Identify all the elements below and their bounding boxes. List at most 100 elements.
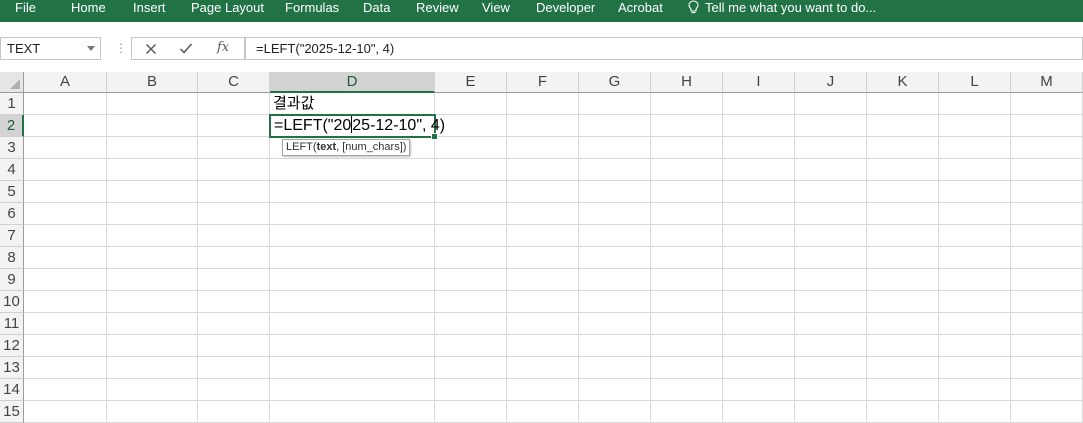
grid-cell[interactable]: [651, 379, 723, 401]
grid-cell[interactable]: [867, 401, 939, 423]
formula-input[interactable]: =LEFT("2025-12-10", 4): [245, 37, 1083, 60]
grid-cell[interactable]: [723, 181, 795, 203]
cell-area[interactable]: [24, 93, 1083, 423]
tooltip-current-argument[interactable]: text: [317, 141, 337, 153]
row-header-3[interactable]: 3: [0, 137, 24, 159]
grid-cell[interactable]: [198, 357, 270, 379]
grid-cell[interactable]: [939, 93, 1011, 115]
grid-cell[interactable]: [24, 247, 107, 269]
tab-review[interactable]: Review: [416, 0, 459, 22]
grid-cell[interactable]: [579, 291, 651, 313]
grid-cell[interactable]: [1011, 159, 1083, 181]
grid-cell[interactable]: [795, 379, 867, 401]
grid-cell[interactable]: [198, 137, 270, 159]
grid-cell[interactable]: [579, 181, 651, 203]
column-header-e[interactable]: E: [435, 72, 507, 93]
grid-cell[interactable]: [795, 159, 867, 181]
grid-cell[interactable]: [579, 115, 651, 137]
grid-cell[interactable]: [435, 203, 507, 225]
grid-cell[interactable]: [24, 137, 107, 159]
grid-cell[interactable]: [1011, 379, 1083, 401]
grid-cell[interactable]: [939, 401, 1011, 423]
grid-cell[interactable]: [723, 269, 795, 291]
grid-cell[interactable]: [867, 291, 939, 313]
grid-cell[interactable]: [723, 137, 795, 159]
grid-cell[interactable]: [24, 181, 107, 203]
grid-cell[interactable]: [651, 313, 723, 335]
grid-cell[interactable]: [723, 247, 795, 269]
tab-data[interactable]: Data: [363, 0, 390, 22]
grid-cell[interactable]: [651, 357, 723, 379]
grid-cell[interactable]: [795, 335, 867, 357]
grid-cell[interactable]: [939, 379, 1011, 401]
grid-cell[interactable]: [939, 225, 1011, 247]
grid-cell[interactable]: [198, 203, 270, 225]
grid-cell[interactable]: [107, 313, 198, 335]
grid-cell[interactable]: [270, 291, 435, 313]
grid-cell[interactable]: [579, 313, 651, 335]
tab-insert[interactable]: Insert: [133, 0, 166, 22]
column-header-c[interactable]: C: [198, 72, 270, 93]
grid-cell[interactable]: [507, 225, 579, 247]
grid-cell[interactable]: [579, 137, 651, 159]
tab-developer[interactable]: Developer: [536, 0, 595, 22]
grid-cell[interactable]: [579, 203, 651, 225]
column-header-b[interactable]: B: [107, 72, 198, 93]
grid-cell[interactable]: [107, 93, 198, 115]
grid-cell[interactable]: [435, 93, 507, 115]
grid-cell[interactable]: [507, 313, 579, 335]
grid-cell[interactable]: [435, 379, 507, 401]
grid-cell[interactable]: [435, 335, 507, 357]
grid-cell[interactable]: [579, 357, 651, 379]
grid-cell[interactable]: [507, 159, 579, 181]
grid-cell[interactable]: [198, 379, 270, 401]
grid-cell[interactable]: [939, 291, 1011, 313]
grid-cell[interactable]: [107, 137, 198, 159]
grid-cell[interactable]: [1011, 247, 1083, 269]
grid-cell[interactable]: [867, 313, 939, 335]
grid-cell[interactable]: [435, 181, 507, 203]
grid-cell[interactable]: [198, 181, 270, 203]
grid-cell[interactable]: [270, 379, 435, 401]
grid-cell[interactable]: [107, 379, 198, 401]
grid-cell[interactable]: [107, 357, 198, 379]
grid-cell[interactable]: [867, 137, 939, 159]
cell-d1[interactable]: 결과값: [273, 94, 314, 114]
grid-cell[interactable]: [24, 93, 107, 115]
row-header-10[interactable]: 10: [0, 291, 24, 313]
grid-cell[interactable]: [1011, 115, 1083, 137]
grid-cell[interactable]: [723, 379, 795, 401]
active-cell-d2[interactable]: =LEFT("2025-12-10", 4): [269, 114, 445, 140]
grid-cell[interactable]: [270, 225, 435, 247]
grid-cell[interactable]: [107, 225, 198, 247]
grid-cell[interactable]: [723, 357, 795, 379]
grid-cell[interactable]: [1011, 357, 1083, 379]
row-header-15[interactable]: 15: [0, 401, 24, 423]
fill-handle[interactable]: [431, 133, 438, 140]
row-header-8[interactable]: 8: [0, 247, 24, 269]
grid-cell[interactable]: [24, 313, 107, 335]
grid-cell[interactable]: [270, 159, 435, 181]
grid-cell[interactable]: [435, 225, 507, 247]
grid-cell[interactable]: [107, 181, 198, 203]
grid-cell[interactable]: [579, 269, 651, 291]
column-header-d[interactable]: D: [270, 72, 435, 93]
grid-cell[interactable]: [579, 93, 651, 115]
grid-cell[interactable]: [107, 269, 198, 291]
grid-cell[interactable]: [1011, 137, 1083, 159]
grid-cell[interactable]: [24, 379, 107, 401]
grid-cell[interactable]: [107, 247, 198, 269]
grid-cell[interactable]: [1011, 203, 1083, 225]
grid-cell[interactable]: [651, 225, 723, 247]
column-header-f[interactable]: F: [507, 72, 579, 93]
grid-cell[interactable]: [107, 115, 198, 137]
grid-cell[interactable]: [651, 181, 723, 203]
grid-cell[interactable]: [435, 401, 507, 423]
column-header-h[interactable]: H: [651, 72, 723, 93]
grid-cell[interactable]: [198, 401, 270, 423]
grid-cell[interactable]: [24, 401, 107, 423]
grid-cell[interactable]: [435, 159, 507, 181]
cancel-icon[interactable]: [145, 43, 157, 55]
column-header-a[interactable]: A: [24, 72, 107, 93]
grid-cell[interactable]: [507, 203, 579, 225]
